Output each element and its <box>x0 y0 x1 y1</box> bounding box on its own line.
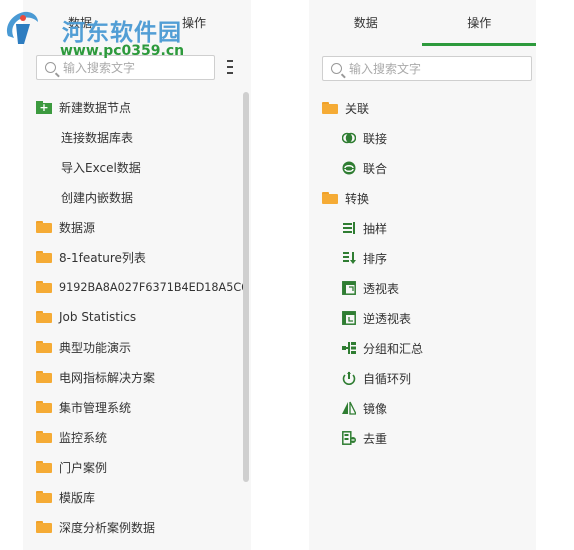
item-label: 镜像 <box>363 401 388 416</box>
folder-item[interactable]: 监控系统 <box>36 427 107 447</box>
tab-operations[interactable]: 操作 <box>137 0 251 46</box>
item-label: 逆透视表 <box>363 311 412 326</box>
folder-item[interactable]: 数据源 <box>36 217 95 237</box>
new-data-node[interactable]: 新建数据节点 <box>36 97 131 117</box>
right-tab-bar: 数据 操作 <box>309 0 536 46</box>
folder-icon <box>36 371 52 383</box>
item-label: 集市管理系统 <box>59 400 132 415</box>
item-label: 转换 <box>345 191 370 206</box>
item-label: 联合 <box>363 161 388 176</box>
tab-operations[interactable]: 操作 <box>423 0 537 46</box>
operations-panel: 数据 操作 关联 联接 联合 转换 抽样 排序 <box>309 0 536 550</box>
item-label: 排序 <box>363 251 388 266</box>
item-label: 导入Excel数据 <box>61 160 141 175</box>
folder-icon <box>322 192 338 204</box>
item-label: 典型功能演示 <box>59 340 132 355</box>
item-label: 连接数据库表 <box>61 130 134 145</box>
folder-icon <box>36 281 52 293</box>
sample-icon <box>342 221 356 235</box>
item-label: 自循环列 <box>363 371 412 386</box>
tab-data[interactable]: 数据 <box>23 0 137 46</box>
folder-item[interactable]: 典型功能演示 <box>36 337 131 357</box>
category-relation[interactable]: 关联 <box>322 98 369 118</box>
folder-icon <box>36 311 52 323</box>
more-menu-icon[interactable] <box>227 60 233 74</box>
item-label: 9192BA8A027F6371B4ED18A5C6 <box>59 280 249 294</box>
op-unpivot[interactable]: 逆透视表 <box>342 308 411 328</box>
item-label: 关联 <box>345 101 370 116</box>
item-label: 数据源 <box>59 220 96 235</box>
connect-db-table[interactable]: 连接数据库表 <box>61 127 133 147</box>
op-sort[interactable]: 排序 <box>342 248 387 268</box>
op-join[interactable]: 联接 <box>342 128 387 148</box>
loop-icon <box>342 371 356 385</box>
op-sample[interactable]: 抽样 <box>342 218 387 238</box>
folder-item[interactable]: 8-1feature列表 <box>36 247 146 267</box>
folder-icon <box>36 251 52 263</box>
op-self-loop-column[interactable]: 自循环列 <box>342 368 411 388</box>
search-input[interactable] <box>63 56 223 79</box>
search-box[interactable] <box>36 55 223 80</box>
join-icon <box>342 131 356 145</box>
pivot-icon <box>342 281 356 295</box>
item-label: 电网指标解决方案 <box>59 370 156 385</box>
folder-icon <box>36 461 52 473</box>
op-pivot[interactable]: 透视表 <box>342 278 399 298</box>
item-label: 模版库 <box>59 490 96 505</box>
folder-icon <box>36 401 52 413</box>
mirror-icon <box>342 401 356 415</box>
folder-icon <box>36 521 52 533</box>
folder-icon <box>36 431 52 443</box>
sort-icon <box>342 251 356 265</box>
folder-item[interactable]: 模版库 <box>36 487 95 507</box>
category-transform[interactable]: 转换 <box>322 188 369 208</box>
item-label: 抽样 <box>363 221 388 236</box>
item-label: 创建内嵌数据 <box>61 190 134 205</box>
union-icon <box>342 161 356 175</box>
folder-item[interactable]: 深度分析案例数据 <box>36 517 155 537</box>
item-label: 透视表 <box>363 281 400 296</box>
item-label: 门户案例 <box>59 460 108 475</box>
item-label: 分组和汇总 <box>363 341 424 356</box>
scrollbar[interactable] <box>243 92 249 482</box>
op-group-summary[interactable]: 分组和汇总 <box>342 338 423 358</box>
item-label: Job Statistics <box>59 310 137 324</box>
item-label: 深度分析案例数据 <box>59 520 156 535</box>
op-mirror[interactable]: 镜像 <box>342 398 387 418</box>
item-label: 去重 <box>363 431 388 446</box>
unpivot-icon <box>342 311 356 325</box>
group-icon <box>342 341 356 355</box>
data-panel: 数据 操作 新建数据节点 连接数据库表 导入Excel数据 创建内嵌数据 数据源… <box>23 0 251 550</box>
search-icon <box>45 62 56 73</box>
folder-item[interactable]: 电网指标解决方案 <box>36 367 155 387</box>
folder-item[interactable]: 门户案例 <box>36 457 107 477</box>
new-folder-icon <box>36 100 52 114</box>
create-embedded-data[interactable]: 创建内嵌数据 <box>61 187 133 207</box>
dedupe-icon <box>342 431 356 445</box>
search-input[interactable] <box>349 57 509 80</box>
active-tab-indicator <box>422 43 536 46</box>
item-label: 8-1feature列表 <box>59 250 146 265</box>
folder-icon <box>36 221 52 233</box>
left-tab-bar: 数据 操作 <box>23 0 251 46</box>
search-box[interactable] <box>322 56 532 81</box>
folder-icon <box>36 341 52 353</box>
op-union[interactable]: 联合 <box>342 158 387 178</box>
folder-item[interactable]: Job Statistics <box>36 307 136 327</box>
folder-item[interactable]: 9192BA8A027F6371B4ED18A5C6 <box>36 277 248 297</box>
item-label: 新建数据节点 <box>59 100 132 115</box>
import-excel[interactable]: 导入Excel数据 <box>61 157 141 177</box>
folder-icon <box>322 102 338 114</box>
op-dedupe[interactable]: 去重 <box>342 428 387 448</box>
search-icon <box>331 63 342 74</box>
folder-icon <box>36 491 52 503</box>
tab-data[interactable]: 数据 <box>309 0 423 46</box>
item-label: 联接 <box>363 131 388 146</box>
folder-item[interactable]: 集市管理系统 <box>36 397 131 417</box>
item-label: 监控系统 <box>59 430 108 445</box>
